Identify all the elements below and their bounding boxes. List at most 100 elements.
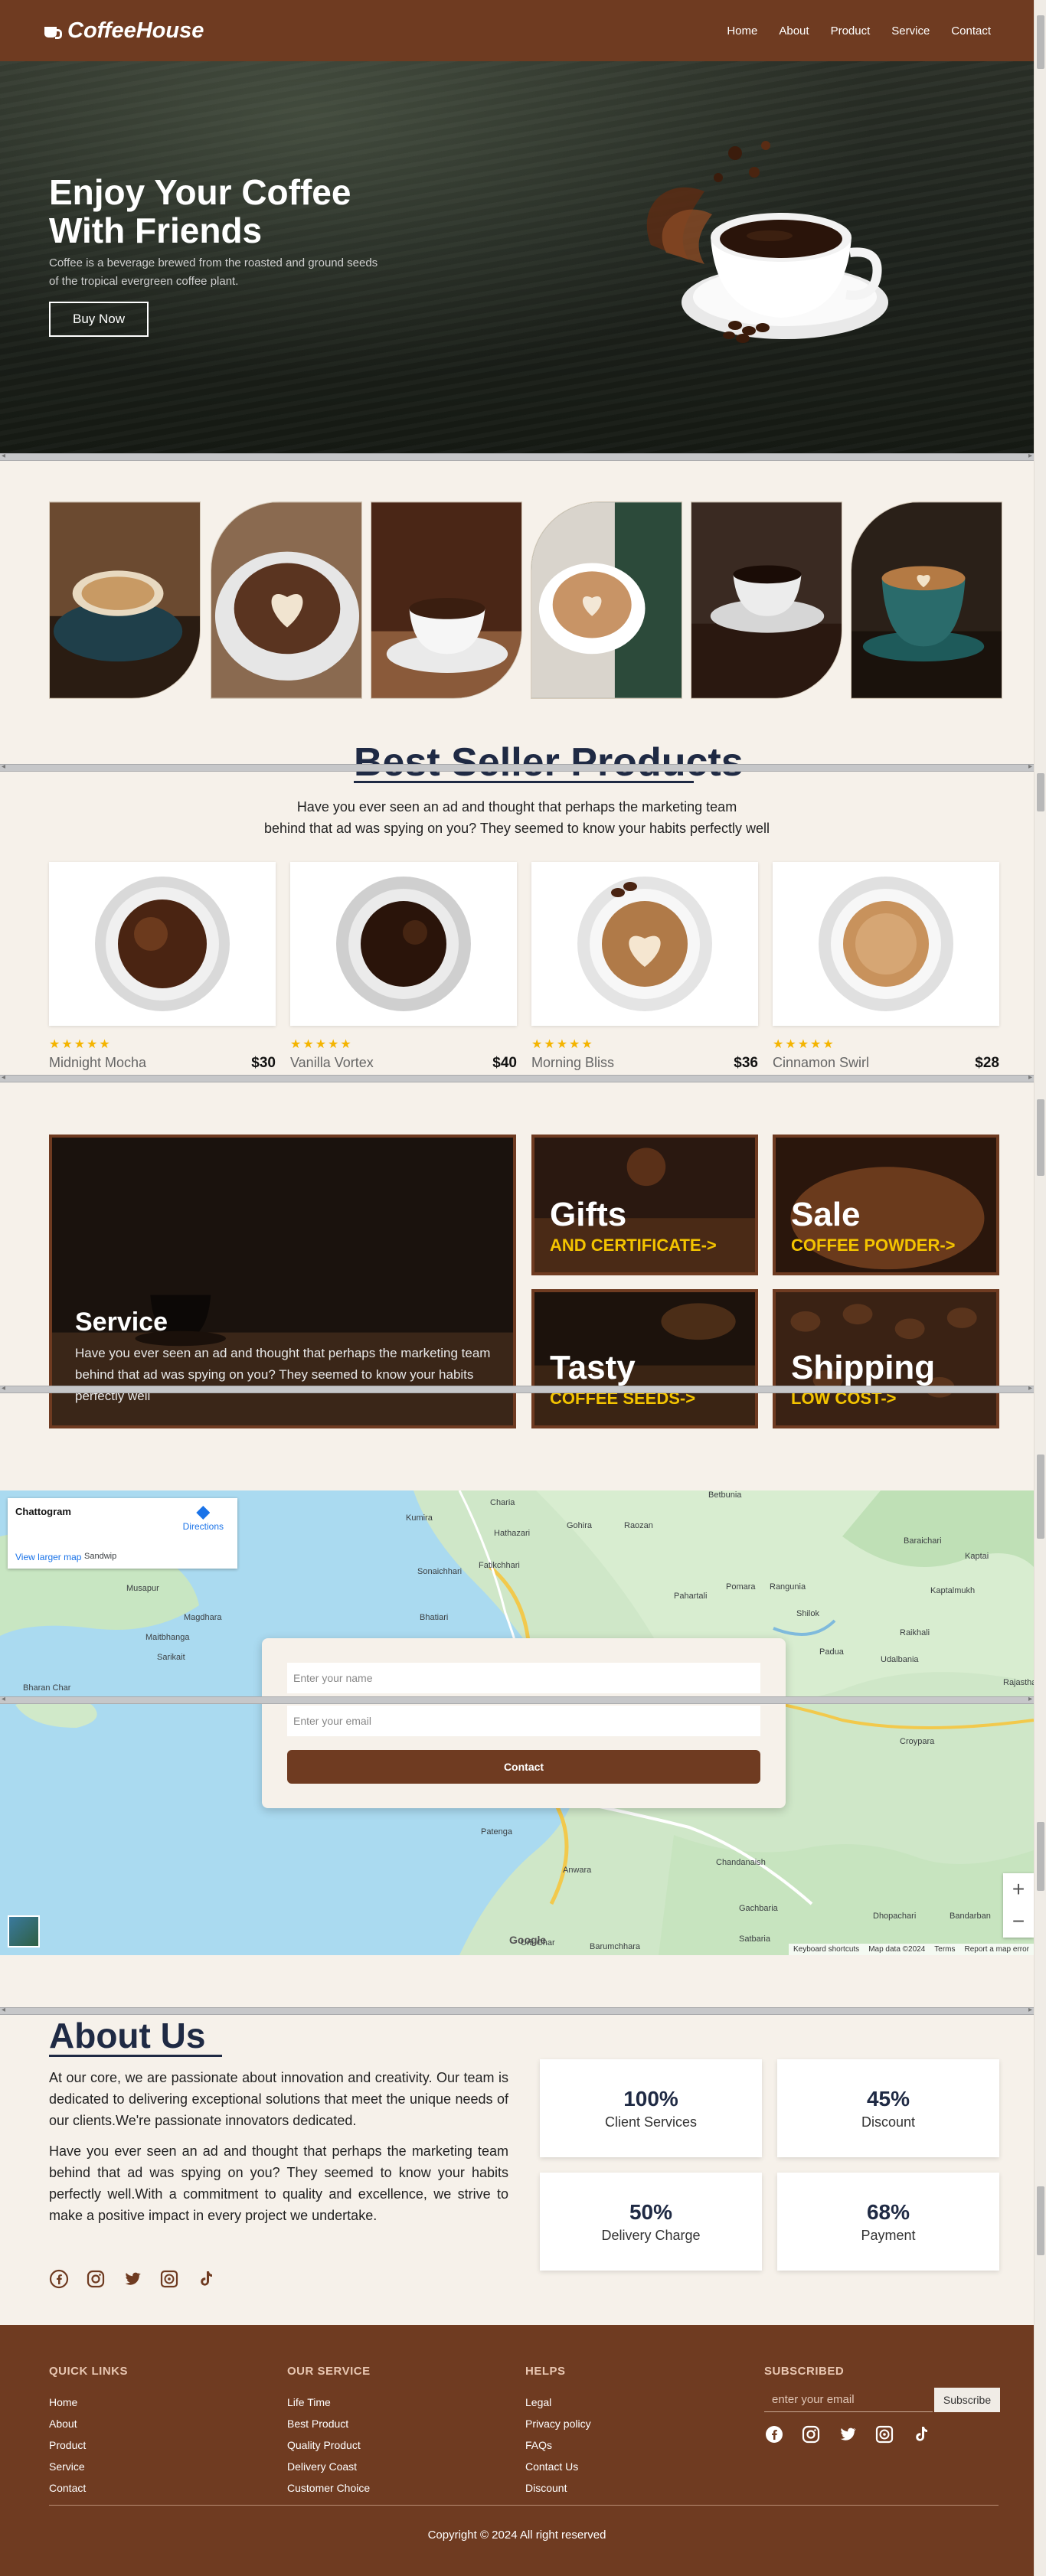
product-name[interactable]: Midnight Mocha <box>49 1055 146 1071</box>
scrollbar-thumb[interactable] <box>1037 15 1044 69</box>
keyboard-shortcuts-link[interactable]: Keyboard shortcuts <box>793 1945 859 1954</box>
teal-cup-latte-image <box>852 502 1002 698</box>
hero-title: Enjoy Your Coffee With Friends <box>49 173 447 250</box>
gallery-image-6 <box>851 501 1002 699</box>
footer-our-service: OUR SERVICE Life Time Best Product Quali… <box>287 2365 371 2499</box>
product-card-1[interactable] <box>49 862 276 1026</box>
gallery-image-2 <box>211 501 362 699</box>
map-place-label: Sarikait <box>157 1653 185 1662</box>
scrollbar-thumb[interactable] <box>1037 2186 1044 2255</box>
footer-social-links <box>764 2424 931 2444</box>
about-title-underline <box>49 2055 222 2057</box>
zoom-out-button[interactable]: − <box>1012 1909 1025 1934</box>
footer-link[interactable]: About <box>49 2413 128 2434</box>
map-directions-button[interactable]: Directions <box>183 1506 224 1532</box>
gifts-tile[interactable]: Gifts AND CERTIFICATE-> <box>531 1135 758 1275</box>
product-card-2[interactable] <box>290 862 517 1026</box>
name-input[interactable] <box>287 1663 760 1693</box>
gifts-subtitle[interactable]: AND CERTIFICATE-> <box>550 1236 717 1255</box>
tasty-tile[interactable]: Tasty COFFEE SEEDS-> <box>531 1289 758 1428</box>
report-error-link[interactable]: Report a map error <box>965 1945 1029 1954</box>
footer-link[interactable]: Discount <box>525 2477 591 2499</box>
map-place-card: Chattogram Directions View larger map <box>8 1498 237 1569</box>
scrollbar-thumb[interactable] <box>1037 1822 1044 1891</box>
tasty-title: Tasty <box>550 1349 636 1386</box>
product-name[interactable]: Morning Bliss <box>531 1055 614 1071</box>
whatsapp-icon[interactable] <box>874 2424 894 2444</box>
map-place-label: Gachbaria <box>739 1904 778 1913</box>
rating-stars: ★★★★★ <box>49 1038 112 1051</box>
horizontal-scrollbar[interactable] <box>0 1073 1034 1082</box>
view-larger-map-link[interactable]: View larger map <box>15 1552 81 1562</box>
map-place-label: Kaptai <box>965 1552 989 1561</box>
scrollbar-thumb[interactable] <box>1037 1455 1044 1539</box>
map-place-label: Bharan Char <box>23 1683 71 1693</box>
product-card-4[interactable] <box>773 862 999 1026</box>
map-layer-thumbnail[interactable] <box>8 1915 40 1948</box>
footer-link[interactable]: Service <box>49 2456 128 2477</box>
facebook-icon[interactable] <box>49 2269 69 2289</box>
horizontal-scrollbar[interactable] <box>0 762 1034 772</box>
terms-link[interactable]: Terms <box>934 1945 955 1954</box>
tiktok-icon[interactable] <box>196 2269 216 2289</box>
horizontal-scrollbar[interactable] <box>0 452 1034 461</box>
footer-link[interactable]: Legal <box>525 2392 591 2413</box>
subtitle-line-2: behind that ad was spying on you? They s… <box>263 821 770 836</box>
email-input[interactable] <box>287 1706 760 1736</box>
stat-card-client-services: 100% Client Services <box>540 2059 762 2157</box>
footer-link[interactable]: Contact <box>49 2477 128 2499</box>
footer-link[interactable]: Product <box>49 2434 128 2456</box>
footer-link[interactable]: FAQs <box>525 2434 591 2456</box>
footer-heading: OUR SERVICE <box>287 2365 371 2378</box>
midnight-mocha-image <box>95 877 230 1011</box>
twitter-icon[interactable] <box>123 2269 142 2289</box>
footer-link[interactable]: Delivery Coast <box>287 2456 371 2477</box>
stat-label: Delivery Charge <box>601 2227 701 2243</box>
footer-link[interactable]: Contact Us <box>525 2456 591 2477</box>
service-title: Service <box>75 1308 168 1337</box>
twitter-icon[interactable] <box>838 2424 858 2444</box>
scrollbar-thumb[interactable] <box>1037 773 1044 811</box>
tiktok-icon[interactable] <box>911 2424 931 2444</box>
footer-link[interactable]: Privacy policy <box>525 2413 591 2434</box>
footer-link[interactable]: Life Time <box>287 2392 371 2413</box>
nav-service[interactable]: Service <box>891 24 930 38</box>
horizontal-scrollbar[interactable] <box>0 1695 1034 1704</box>
whatsapp-icon[interactable] <box>159 2269 179 2289</box>
sale-tile[interactable]: Sale COFFEE POWDER-> <box>773 1135 999 1275</box>
instagram-icon[interactable] <box>86 2269 106 2289</box>
contact-form: Contact <box>262 1638 786 1808</box>
buy-now-button[interactable]: Buy Now <box>49 302 149 337</box>
horizontal-scrollbar[interactable] <box>0 1384 1034 1393</box>
map-place-label: Raikhali <box>900 1628 930 1637</box>
map-place-label: Satbaria <box>739 1934 770 1944</box>
nav-links: Home About Product Service Contact <box>727 24 991 38</box>
gallery-image-3 <box>371 501 522 699</box>
instagram-icon[interactable] <box>801 2424 821 2444</box>
footer-link[interactable]: Customer Choice <box>287 2477 371 2499</box>
subscribe-email-input[interactable] <box>764 2388 933 2412</box>
zoom-in-button[interactable]: + <box>1012 1877 1025 1902</box>
scrollbar-thumb[interactable] <box>1037 1099 1044 1176</box>
product-name[interactable]: Vanilla Vortex <box>290 1055 374 1071</box>
map-place-name: Chattogram <box>15 1506 71 1517</box>
horizontal-scrollbar[interactable] <box>0 2006 1034 2015</box>
vertical-scrollbar[interactable] <box>1034 0 1046 2576</box>
footer-link[interactable]: Best Product <box>287 2413 371 2434</box>
nav-home[interactable]: Home <box>727 24 757 38</box>
product-card-3[interactable] <box>531 862 758 1026</box>
nav-product[interactable]: Product <box>831 24 871 38</box>
footer-link[interactable]: Quality Product <box>287 2434 371 2456</box>
subscribe-button[interactable]: Subscribe <box>934 2388 1000 2412</box>
cappuccino-image <box>50 502 200 698</box>
shipping-tile[interactable]: Shipping LOW COST-> <box>773 1289 999 1428</box>
product-name[interactable]: Cinnamon Swirl <box>773 1055 869 1071</box>
contact-button[interactable]: Contact <box>287 1750 760 1784</box>
sale-subtitle[interactable]: COFFEE POWDER-> <box>791 1236 956 1255</box>
brand-logo[interactable]: CoffeeHouse <box>44 18 204 44</box>
nav-contact[interactable]: Contact <box>951 24 991 38</box>
facebook-icon[interactable] <box>764 2424 784 2444</box>
nav-about[interactable]: About <box>779 24 809 38</box>
footer-link[interactable]: Home <box>49 2392 128 2413</box>
service-tile[interactable]: Service Have you ever seen an ad and tho… <box>49 1135 516 1428</box>
